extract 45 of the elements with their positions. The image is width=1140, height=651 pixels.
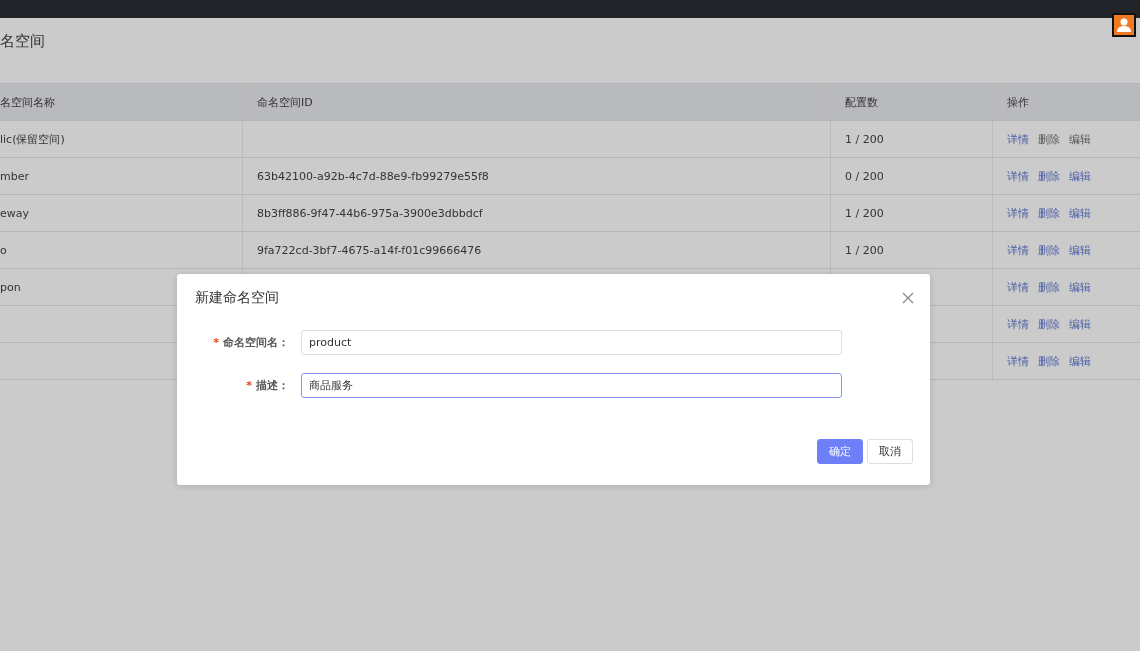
confirm-button[interactable]: 确定 bbox=[817, 439, 863, 464]
action-link[interactable]: 删除 bbox=[1038, 317, 1060, 331]
table-cell: 1 / 200 bbox=[830, 194, 993, 232]
table-cell: 63b42100-a92b-4c7d-88e9-fb99279e55f8 bbox=[242, 157, 831, 195]
column-header: 名空间名称 bbox=[0, 83, 243, 121]
table-cell: 9fa722cd-3bf7-4675-a14f-f01c99666476 bbox=[242, 231, 831, 269]
table-cell: mber bbox=[0, 157, 243, 195]
action-link[interactable]: 详情 bbox=[1007, 280, 1029, 294]
table-cell: 8b3ff886-9f47-44b6-975a-3900e3dbbdcf bbox=[242, 194, 831, 232]
table-cell: eway bbox=[0, 194, 243, 232]
action-link[interactable]: 详情 bbox=[1007, 206, 1029, 220]
column-header: 配置数 bbox=[830, 83, 993, 121]
action-link[interactable]: 编辑 bbox=[1069, 243, 1091, 257]
action-link[interactable]: 编辑 bbox=[1069, 169, 1091, 183]
action-link[interactable]: 详情 bbox=[1007, 243, 1029, 257]
table-cell: lic(保留空间) bbox=[0, 120, 243, 158]
column-header: 命名空间ID bbox=[242, 83, 831, 121]
table-cell: 0 / 200 bbox=[830, 157, 993, 195]
table-cell: 1 / 200 bbox=[830, 120, 993, 158]
close-icon[interactable] bbox=[902, 292, 914, 304]
action-link[interactable]: 详情 bbox=[1007, 169, 1029, 183]
input-field[interactable]: product bbox=[301, 330, 842, 355]
cancel-button[interactable]: 取消 bbox=[867, 439, 913, 464]
action-link[interactable]: 删除 bbox=[1038, 169, 1060, 183]
action-link[interactable]: 删除 bbox=[1038, 243, 1060, 257]
column-header: 操作 bbox=[992, 83, 1140, 121]
action-link[interactable]: 编辑 bbox=[1069, 206, 1091, 220]
field-label: 命名空间名： bbox=[223, 336, 289, 349]
action-link[interactable]: 详情 bbox=[1007, 132, 1029, 146]
action-link[interactable]: 删除 bbox=[1038, 354, 1060, 368]
required-mark: * bbox=[213, 336, 219, 349]
user-avatar-icon[interactable] bbox=[1112, 13, 1136, 37]
input-field[interactable]: 商品服务 bbox=[301, 373, 842, 398]
action-link[interactable]: 详情 bbox=[1007, 354, 1029, 368]
action-link[interactable]: 编辑 bbox=[1069, 280, 1091, 294]
required-mark: * bbox=[246, 379, 252, 392]
action-link[interactable]: 编辑 bbox=[1069, 317, 1091, 331]
table-cell: 1 / 200 bbox=[830, 231, 993, 269]
page-title: 名空间 bbox=[0, 32, 45, 52]
action-link[interactable]: 编辑 bbox=[1069, 354, 1091, 368]
action-link[interactable]: 删除 bbox=[1038, 280, 1060, 294]
action-link[interactable]: 删除 bbox=[1038, 206, 1060, 220]
table-cell: o bbox=[0, 231, 243, 269]
field-label: 描述： bbox=[256, 379, 289, 392]
action-link[interactable]: 详情 bbox=[1007, 317, 1029, 331]
